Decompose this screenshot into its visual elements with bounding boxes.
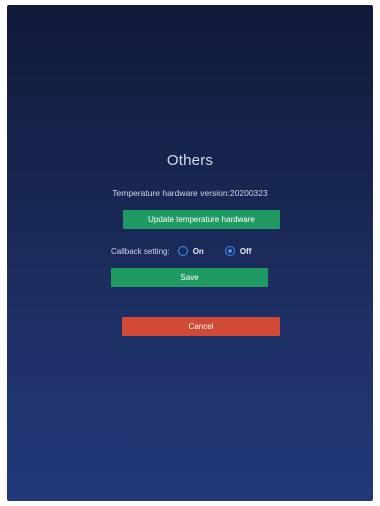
- callback-on-radio[interactable]: On: [177, 246, 204, 256]
- radio-checked-icon: [224, 246, 235, 256]
- update-temperature-hardware-button[interactable]: Update temperature hardware: [123, 210, 280, 229]
- cancel-button[interactable]: Cancel: [122, 317, 280, 336]
- update-button-label: Update temperature hardware: [148, 215, 255, 224]
- cancel-button-label: Cancel: [188, 322, 214, 331]
- save-button[interactable]: Save: [111, 268, 268, 287]
- temperature-hardware-version: Temperature hardware version:20200323: [112, 188, 268, 198]
- callback-setting-row: Callback setting: On Off: [111, 244, 251, 258]
- page-title: Others: [166, 152, 214, 169]
- callback-off-label: Off: [239, 246, 252, 256]
- device-screen: Others Temperature hardware version:2020…: [7, 5, 373, 501]
- radio-unchecked-icon: [177, 246, 188, 256]
- callback-setting-label: Callback setting:: [111, 246, 170, 256]
- callback-on-label: On: [192, 246, 204, 256]
- callback-off-radio[interactable]: Off: [224, 246, 252, 256]
- save-button-label: Save: [180, 273, 199, 282]
